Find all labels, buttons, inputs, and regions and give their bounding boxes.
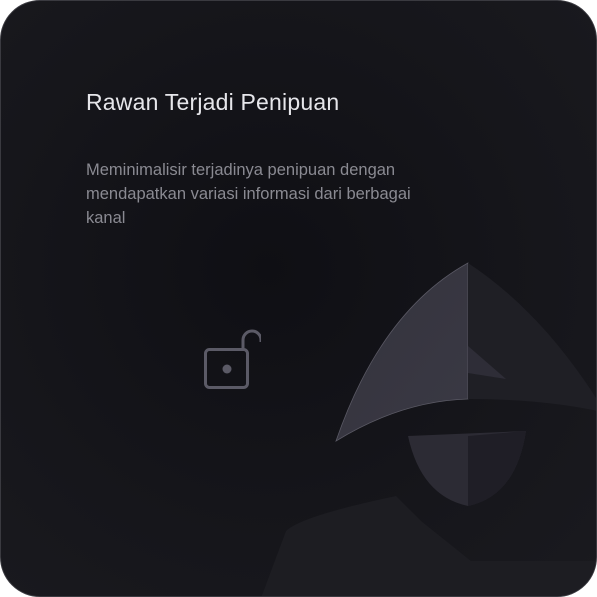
- card-title: Rawan Terjadi Penipuan: [86, 89, 340, 115]
- card-description: Meminimalisir terjadinya penipuan dengan…: [86, 161, 411, 227]
- feature-card: Rawan Terjadi Penipuan Meminimalisir ter…: [0, 0, 597, 597]
- unlocked-padlock-icon: [204, 329, 261, 389]
